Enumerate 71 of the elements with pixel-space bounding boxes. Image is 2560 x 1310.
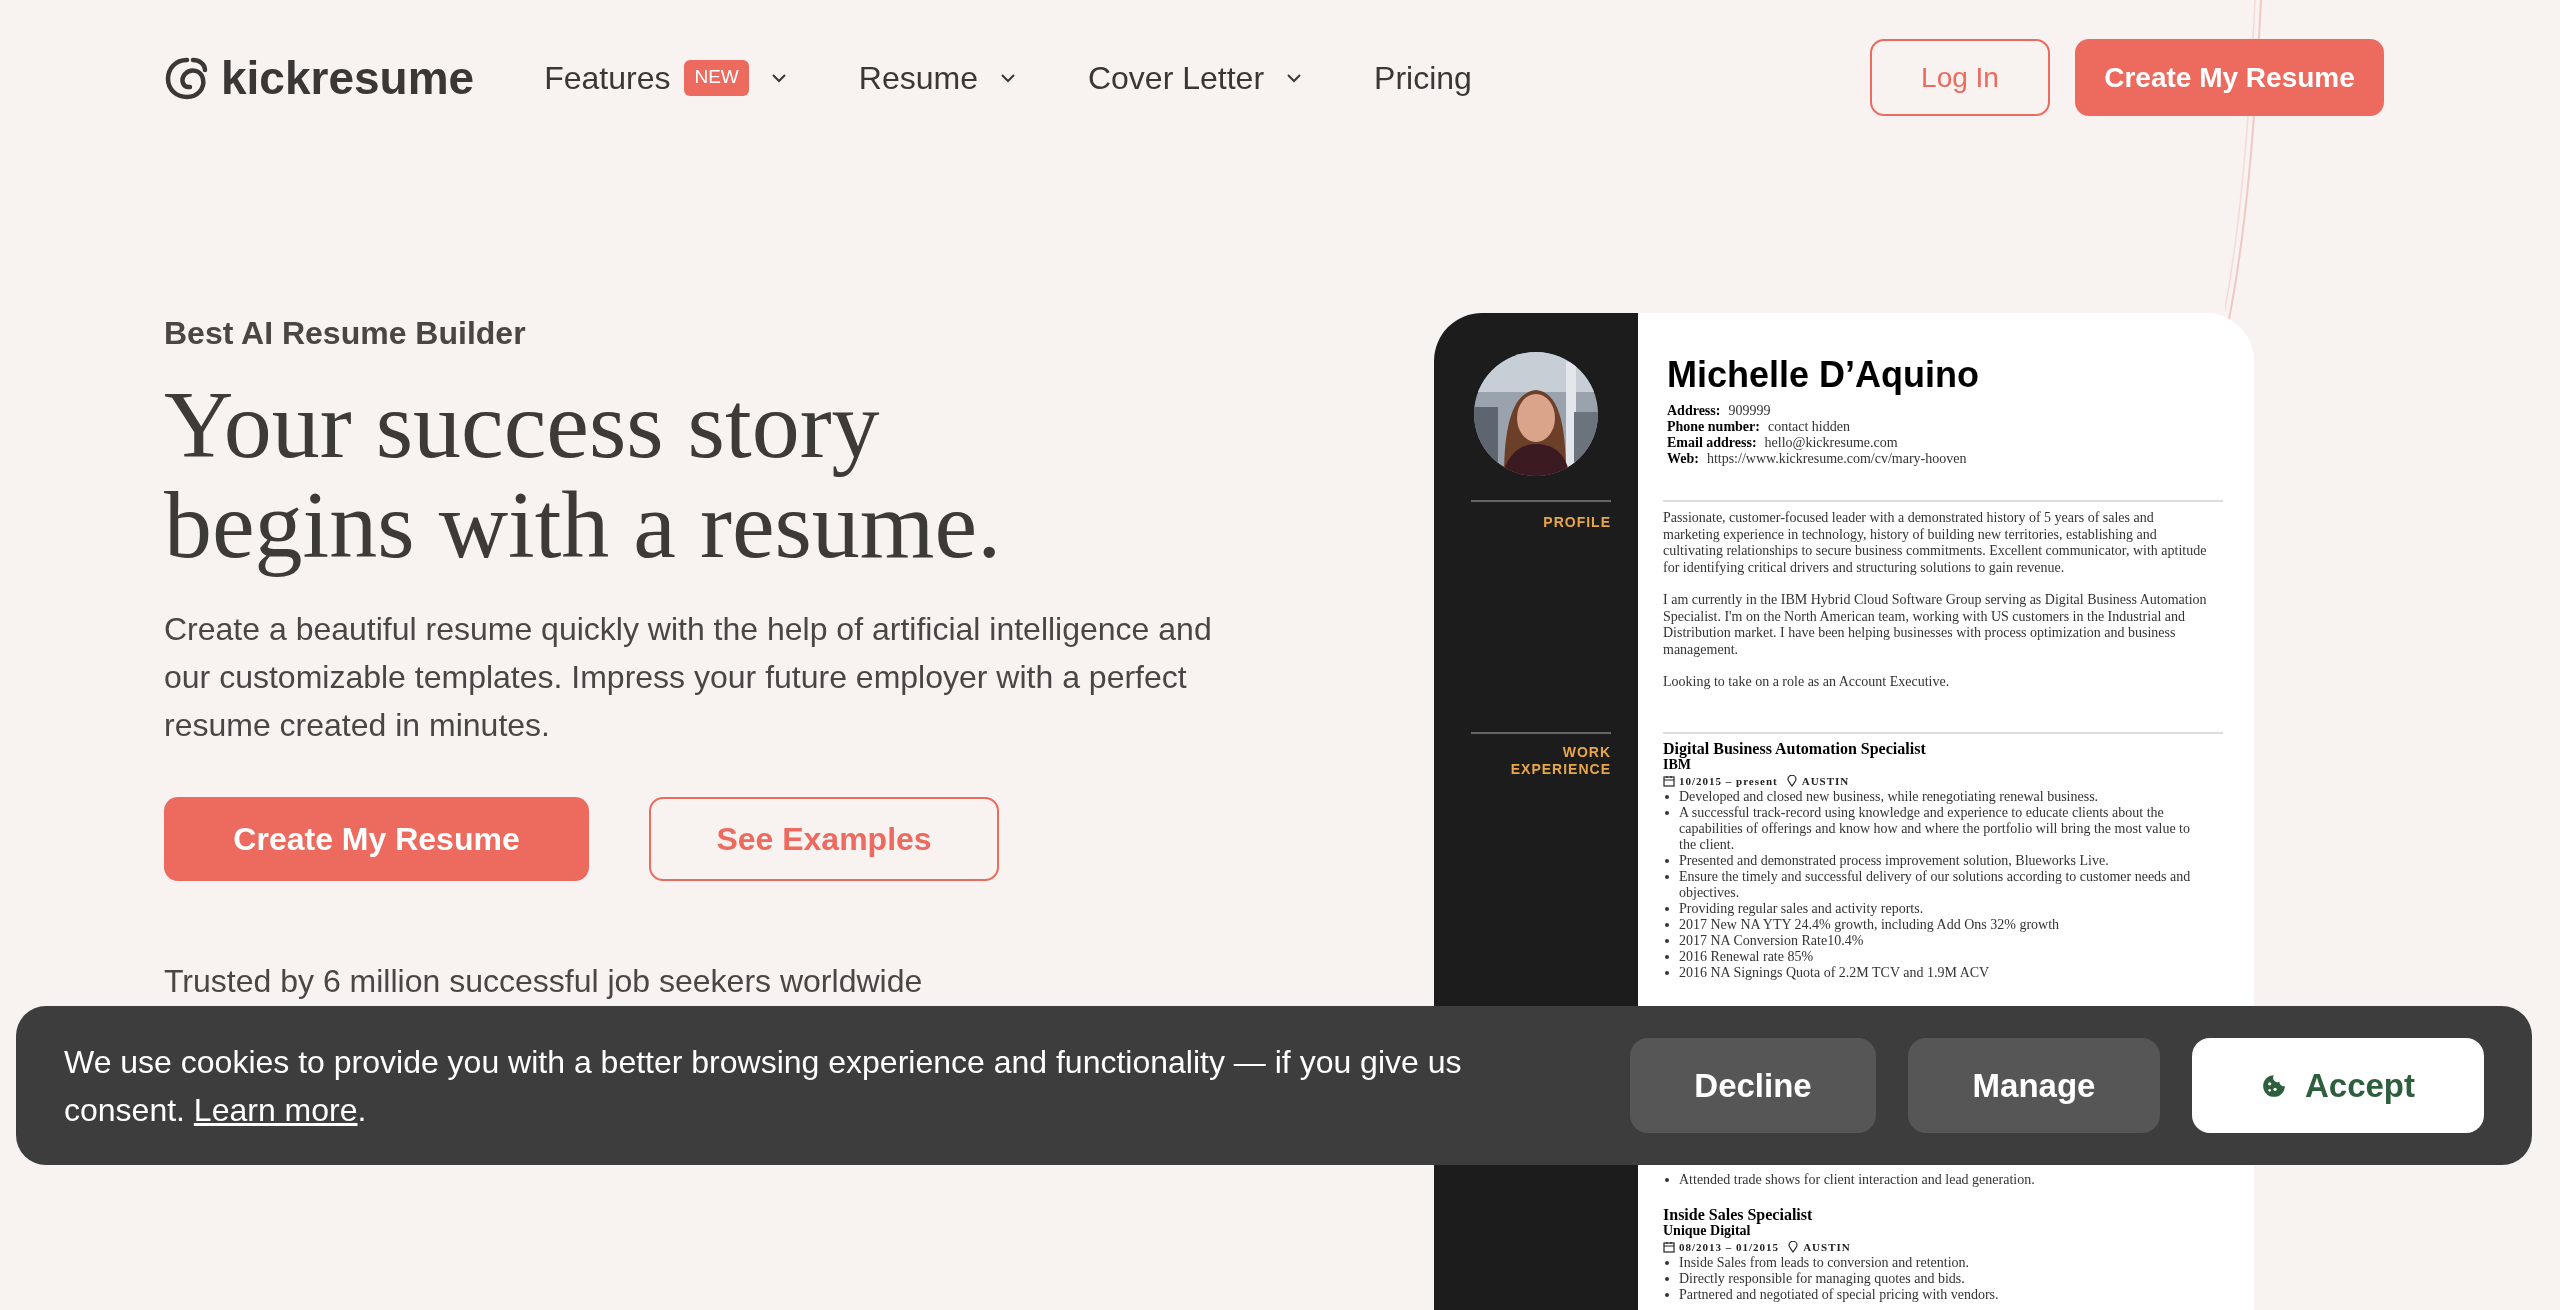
calendar-icon (1663, 775, 1675, 787)
location-pin-icon (1785, 775, 1798, 787)
bullet-text: 2016 NA Signings Quota of 2.2M TCV and 1.9M ACV (1679, 965, 1991, 981)
bullet-text: A successful track-record using knowledge and experience to educate clients about the capabilities of offerings and know how and where the portfolio will bring the most value to the client. (1679, 805, 2191, 853)
cookie-button[interactable]: Manage (1908, 1038, 2160, 1133)
location-pin-icon (1787, 1241, 1800, 1253)
job-dates: 10/2015 – present (1679, 774, 1778, 789)
job-dates: 08/2013 – 01/2015 (1679, 1240, 1780, 1255)
bullet-icon (1665, 795, 1669, 799)
nav-link[interactable]: Cover Letter (1087, 53, 1265, 102)
chevron-down-icon (770, 72, 787, 83)
contact-value: contact hidden (1767, 419, 1850, 435)
logo-text[interactable]: kickresume (221, 54, 475, 101)
section-label: PROFILE (1542, 514, 1611, 531)
contact-value: hello@kickresume.com (1764, 435, 1898, 451)
profile-paragraph: I am currently in the IBM Hybrid Cloud Software Group serving as Digital Business Automation Specialist. I'm on the North American team, working with US customers in the Industrial and Distribution market. I have been helping businesses with process optimization and business management. (1663, 592, 2208, 658)
hero-description: Create a beautiful resume quickly with the help of artificial intelligence and our customizable templates. Impress your future employer with a perfect resume created in minutes. (164, 610, 1213, 745)
cookie-message: We use cookies to provide you with a better browsing experience and functionality — if you give us consent. Learn more. (64, 1042, 1463, 1130)
bullet-icon (1665, 875, 1669, 879)
profile-paragraph: Looking to take on a role as an Account Executive. (1663, 674, 1951, 691)
chevron-down-icon (999, 72, 1016, 83)
job-location: AUSTIN (1801, 774, 1850, 789)
contact-value: 909999 (1728, 403, 1771, 419)
resume-name: Michelle D’Aquino (1667, 353, 1979, 397)
chevron-down-icon (1286, 72, 1303, 83)
new-badge: NEW (684, 59, 749, 96)
bullet-text: 2016 Renewal rate 85% (1679, 949, 1815, 965)
company-name: Unique Digital (1663, 1223, 1751, 1239)
contact-label: Phone number: (1667, 419, 1760, 435)
nav-link[interactable]: Pricing (1374, 53, 1472, 102)
bullet-icon (1665, 1293, 1669, 1297)
cookie-icon (2260, 1072, 2287, 1099)
contact-label: Web: (1667, 451, 1699, 467)
bullet-icon (1665, 859, 1669, 863)
bullet-text: Ensure the timely and successful delivery of our solutions according to customer needs and objectives. (1679, 869, 2192, 901)
eyebrow-text: Best AI Resume Builder (164, 314, 527, 353)
job-location: AUSTIN (1803, 1240, 1851, 1255)
bullet-icon (1665, 939, 1669, 943)
contact-value: https://www.kickresume.com/cv/mary-hooven (1706, 451, 1967, 467)
contact-label: Address: (1667, 403, 1721, 419)
bullet-icon (1665, 1261, 1669, 1265)
section-label: WORK EXPERIENCE (1509, 744, 1611, 778)
calendar-icon (1663, 1241, 1675, 1253)
job-title: Digital Business Automation Specialist (1663, 740, 1927, 757)
bullet-text: Presented and demonstrated process improvement solution, Blueworks Live. (1679, 853, 2110, 869)
headline-text: Your success story (164, 375, 881, 475)
bullet-icon (1665, 811, 1669, 815)
nav-link[interactable]: Resume (858, 53, 978, 102)
bullet-text: 2017 New NA YTY 24.4% growth, including Add Ons 32% growth (1679, 917, 2061, 933)
nav-link[interactable]: Features (544, 53, 671, 102)
job-title: Inside Sales Specialist (1663, 1206, 1814, 1223)
contact-label: Email address: (1667, 435, 1757, 451)
bullet-icon (1665, 955, 1669, 959)
bullet-icon (1665, 923, 1669, 927)
learn-more-link[interactable]: Learn more (193, 1091, 358, 1128)
company-name: IBM (1663, 757, 1691, 773)
bullet-text: Partnered and negotiated of special pricing with vendors. (1679, 1287, 2000, 1303)
bullet-icon (1665, 1178, 1669, 1182)
cookie-button[interactable]: Decline (1630, 1038, 1876, 1133)
bullet-icon (1665, 971, 1669, 975)
profile-paragraph: Passionate, customer-focused leader with a demonstrated history of 5 years of sales and marketing experience in technology, history of building new territories, establishing and cultivating relationships to secure business commitments. Excellent communicator, with aptitude for identifying critical drivers and structuring solutions to gain revenue. (1663, 510, 2208, 576)
accept-button[interactable]: Accept (2192, 1038, 2484, 1133)
bullet-text: Attended trade shows for client interaction and lead generation. (1679, 1172, 2036, 1188)
bullet-text: 2017 NA Conversion Rate10.4% (1679, 933, 1865, 949)
bullet-text: Providing regular sales and activity reports. (1679, 901, 1925, 917)
bullet-text: Developed and closed new business, while renegotiating renewal business. (1679, 789, 2100, 805)
trusted-text: Trusted by 6 million successful job seekers worldwide (164, 962, 924, 1001)
bullet-text: Directly responsible for managing quotes and bids. (1679, 1271, 1966, 1287)
bullet-text: Inside Sales from leads to conversion and retention. (1679, 1255, 1971, 1271)
bullet-icon (1665, 907, 1669, 911)
bullet-icon (1665, 1277, 1669, 1281)
